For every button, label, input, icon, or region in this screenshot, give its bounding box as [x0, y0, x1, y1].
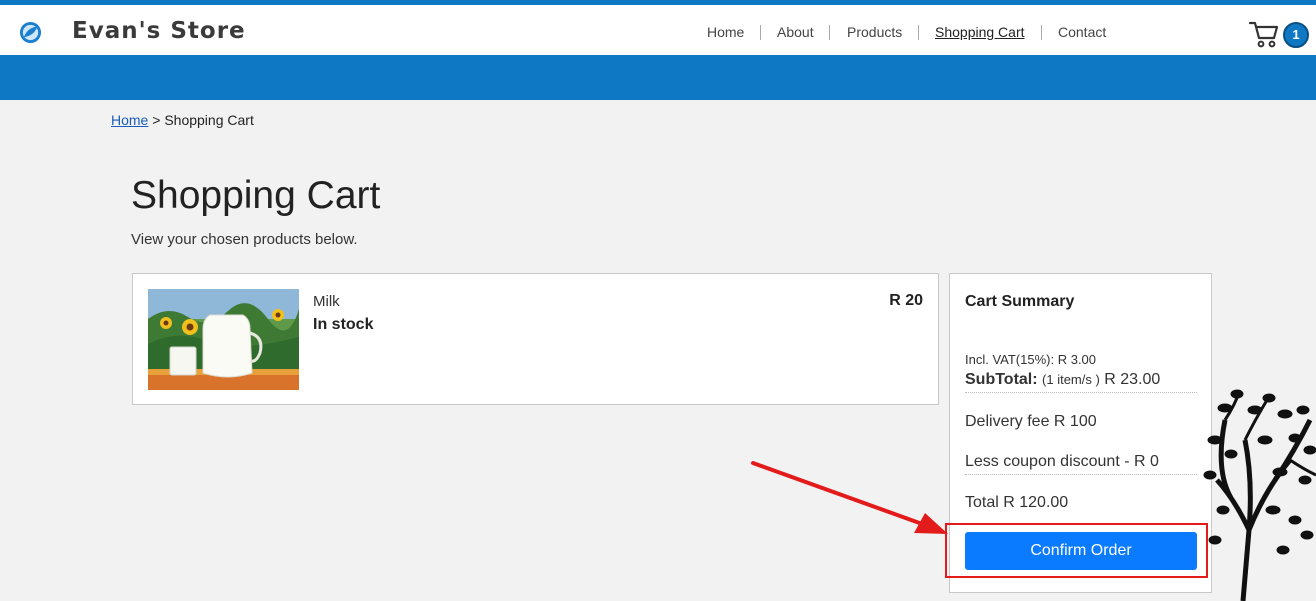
brand-name[interactable]: Evan's Store	[72, 18, 246, 44]
annotation-arrow-icon	[751, 461, 948, 534]
confirm-order-button[interactable]: Confirm Order	[965, 532, 1197, 570]
summary-subtotal: SubTotal: (1 item/s ) R 23.00	[965, 371, 1197, 393]
summary-total: Total R 120.00	[965, 494, 1069, 511]
nav-products[interactable]: Products	[847, 24, 902, 40]
product-stock-status: In stock	[313, 316, 374, 333]
nav-home[interactable]: Home	[707, 24, 744, 40]
subtotal-label: SubTotal:	[965, 371, 1038, 388]
nav-separator	[1041, 25, 1042, 40]
product-name[interactable]: Milk	[313, 293, 340, 310]
header-band	[0, 55, 1316, 100]
nav-separator	[760, 25, 761, 40]
nav-about[interactable]: About	[777, 24, 814, 40]
page-title: Shopping Cart	[131, 174, 381, 217]
subtotal-item-count: (1 item/s )	[1042, 372, 1100, 387]
summary-coupon-discount: Less coupon discount - R 0	[965, 453, 1197, 475]
summary-delivery-fee: Delivery fee R 100	[965, 413, 1097, 430]
nav-separator	[918, 25, 919, 40]
summary-title: Cart Summary	[965, 293, 1075, 310]
nav-contact[interactable]: Contact	[1058, 24, 1106, 40]
cart-summary-panel: Cart Summary Incl. VAT(15%): R 3.00 SubT…	[949, 273, 1212, 593]
leaf-logo-icon[interactable]	[19, 21, 42, 44]
page-subtitle: View your chosen products below.	[131, 231, 358, 248]
nav-shopping-cart[interactable]: Shopping Cart	[935, 24, 1025, 40]
breadcrumb-separator: >	[152, 112, 161, 128]
cart-item-card: Milk In stock R 20	[132, 273, 939, 405]
site-header: Evan's Store Home About Products Shoppin…	[0, 5, 1316, 55]
product-image[interactable]	[148, 289, 299, 390]
subtotal-value: R 23.00	[1104, 371, 1161, 388]
tree-silhouette-icon	[1203, 389, 1316, 601]
product-price: R 20	[889, 292, 923, 309]
breadcrumb: Home > Shopping Cart	[111, 112, 254, 128]
cart-icon[interactable]	[1249, 19, 1279, 49]
cart-count-badge[interactable]: 1	[1283, 22, 1309, 48]
summary-vat: Incl. VAT(15%): R 3.00	[965, 352, 1097, 367]
breadcrumb-home-link[interactable]: Home	[111, 112, 148, 128]
breadcrumb-current: Shopping Cart	[164, 112, 254, 128]
nav-separator	[829, 25, 830, 40]
